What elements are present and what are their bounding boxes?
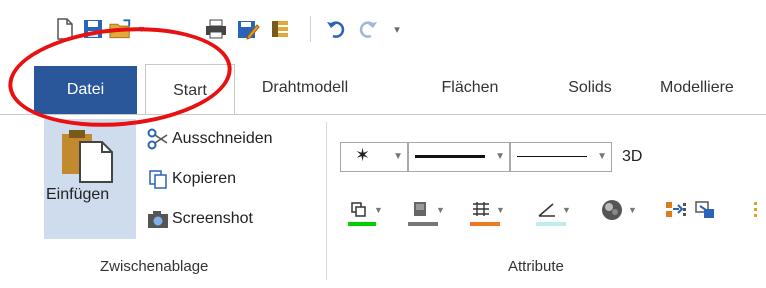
asterisk-icon: ✶ <box>355 145 371 165</box>
copy-icon <box>146 167 170 191</box>
solid-color-swatch <box>470 222 500 226</box>
chevron-down-icon: ▼ <box>495 151 505 162</box>
screenshot-button[interactable]: Screenshot <box>146 207 253 231</box>
tab-solids[interactable]: Solids <box>545 60 635 115</box>
wireframe-color-swatch <box>348 222 376 226</box>
angle-icon <box>538 203 555 217</box>
material-button[interactable]: ▼ <box>600 190 637 230</box>
tab-flaechen[interactable]: Flächen <box>420 60 520 115</box>
chevron-down-icon: ▼ <box>562 205 571 215</box>
dimension-color-swatch <box>536 222 566 226</box>
print-icon[interactable] <box>202 16 230 42</box>
grid-color-icon <box>473 202 489 216</box>
layer-transfer-button[interactable] <box>664 190 688 230</box>
scissors-icon <box>146 127 170 151</box>
save-as-icon[interactable] <box>234 16 262 42</box>
save-icon[interactable] <box>80 16 106 42</box>
open-folder-icon[interactable]: ▼ <box>108 16 146 42</box>
chevron-down-icon: ▼ <box>597 151 607 162</box>
surface-color-icon <box>414 202 426 216</box>
paste-icon <box>60 124 116 189</box>
line-style-dropdown[interactable]: ▼ <box>510 142 612 172</box>
group-separator <box>326 122 327 280</box>
redo-icon[interactable] <box>354 16 382 42</box>
copy-button[interactable]: Kopieren <box>146 167 236 191</box>
select-transfer-icon <box>695 201 714 218</box>
point-style-dropdown[interactable]: ✶ ▼ <box>340 142 408 172</box>
chevron-down-icon: ▼ <box>436 205 445 215</box>
ribbon-tab-bar: Datei Start Drahtmodell Flächen Solids M… <box>0 60 766 117</box>
properties-icon[interactable] <box>266 16 294 42</box>
view-mode-label: 3D <box>622 148 643 165</box>
tab-file[interactable]: Datei <box>34 66 137 114</box>
chevron-down-icon: ▼ <box>374 205 383 215</box>
chevron-down-icon: ▼ <box>496 205 505 215</box>
quick-access-toolbar: ▼ ▾ <box>0 0 766 50</box>
surface-color-swatch <box>408 222 438 226</box>
line-width-dropdown[interactable]: ▼ <box>408 142 510 172</box>
camera-icon <box>146 207 170 231</box>
new-document-icon[interactable] <box>52 16 78 42</box>
chevron-down-icon: ▼ <box>393 151 403 162</box>
copy-label: Kopieren <box>172 170 237 187</box>
customize-qat-icon[interactable]: ▾ <box>388 16 406 42</box>
toolbar-separator <box>310 16 311 42</box>
tab-start[interactable]: Start <box>145 64 235 117</box>
select-transfer-button[interactable] <box>694 190 718 230</box>
chevron-down-icon: ▼ <box>628 205 637 215</box>
tab-drahtmodell[interactable]: Drahtmodell <box>245 60 365 115</box>
undo-icon[interactable] <box>322 16 350 42</box>
cut-button[interactable]: Ausschneiden <box>146 127 273 151</box>
thick-line-icon <box>415 155 485 158</box>
layer-transfer-icon <box>666 202 686 217</box>
attribute-group-label: Attribute <box>508 258 564 275</box>
clipboard-group-label: Zwischenablage <box>100 258 209 275</box>
screenshot-label: Screenshot <box>172 210 253 227</box>
paste-label: Einfügen <box>46 186 110 203</box>
more-attributes-icon[interactable] <box>752 190 766 230</box>
tab-modellieren[interactable]: Modelliere <box>660 60 766 115</box>
material-sphere-icon <box>602 200 622 220</box>
thin-line-icon <box>517 156 587 157</box>
wireframe-color-icon <box>351 202 366 217</box>
cut-label: Ausschneiden <box>172 130 273 147</box>
